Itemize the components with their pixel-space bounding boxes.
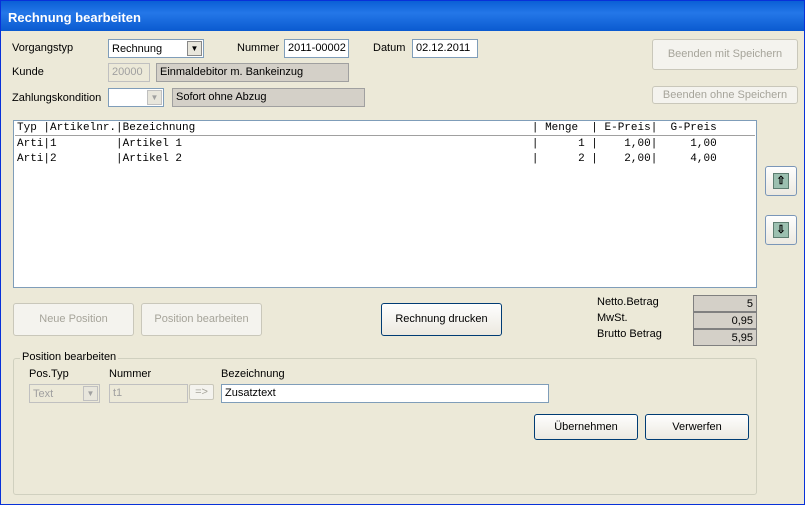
chevron-down-icon[interactable]: ▼ [187,41,202,56]
chevron-down-icon[interactable]: ▼ [83,386,98,401]
beenden-mit-speichern-button[interactable]: Beenden mit Speichern [652,39,798,70]
vorgangstyp-value: Rechnung [112,43,163,55]
position-bearbeiten-button[interactable]: Position bearbeiten [141,303,262,336]
list-header-divider [15,135,755,136]
list-item[interactable]: Arti|2 |Artikel 2 | 2 | 2,00| 4,00 [17,153,717,165]
vorgangstyp-label: Vorgangstyp [12,42,74,54]
postyp-label: Pos.Typ [29,368,69,380]
group-title: Position bearbeiten [20,351,119,363]
postyp-select[interactable]: Text ▼ [29,384,100,403]
bezeichnung-field[interactable]: Zusatztext [221,384,549,403]
vorgangstyp-select[interactable]: Rechnung ▼ [108,39,204,58]
uebernehmen-button[interactable]: Übernehmen [534,414,638,440]
datum-label: Datum [373,42,406,54]
nummer-label: Nummer [237,42,280,54]
kunde-name-field: Einmaldebitor m. Bankeinzug [156,63,349,82]
mwst-value: 0,95 [693,312,757,329]
pos-nummer-label: Nummer [109,368,152,380]
kunde-nr-field[interactable]: 20000 [108,63,150,82]
pos-nummer-field[interactable]: t1 [109,384,188,403]
netto-value: 5 [693,295,757,312]
neue-position-button[interactable]: Neue Position [13,303,134,336]
nummer-field[interactable]: 2011-00002 [284,39,349,58]
brutto-label: Brutto Betrag [597,328,662,340]
list-item[interactable]: Arti|1 |Artikel 1 | 1 | 1,00| 1,00 [17,138,717,150]
rechnung-drucken-button[interactable]: Rechnung drucken [381,303,502,336]
move-up-icon: ⇧ [773,173,789,189]
move-up-button[interactable]: ⇧ [765,166,797,196]
zahlungskondition-text: Sofort ohne Abzug [172,88,365,107]
brutto-value: 5,95 [693,329,757,346]
zahlungskondition-select[interactable]: ▼ [108,88,164,107]
positions-list[interactable]: Typ |Artikelnr.|Bezeichnung | Menge | E-… [13,120,757,288]
title-bar[interactable]: Rechnung bearbeiten [1,1,804,31]
zahlungskondition-label: Zahlungskondition [12,92,102,104]
mwst-label: MwSt. [597,312,628,324]
chevron-down-icon[interactable]: ▼ [147,90,162,105]
netto-label: Netto.Betrag [597,296,659,308]
kunde-label: Kunde [12,66,44,78]
main-window: Rechnung bearbeiten Vorgangstyp Rechnung… [0,0,805,505]
beenden-ohne-speichern-button[interactable]: Beenden ohne Speichern [652,86,798,104]
window-title: Rechnung bearbeiten [8,10,141,25]
bezeichnung-label: Bezeichnung [221,368,285,380]
move-down-button[interactable]: ⇩ [765,215,797,245]
lookup-button[interactable]: => [189,384,214,400]
move-down-icon: ⇩ [773,222,789,238]
list-header: Typ |Artikelnr.|Bezeichnung | Menge | E-… [17,122,717,134]
verwerfen-button[interactable]: Verwerfen [645,414,749,440]
datum-field[interactable]: 02.12.2011 [412,39,478,58]
postyp-value: Text [33,388,54,400]
